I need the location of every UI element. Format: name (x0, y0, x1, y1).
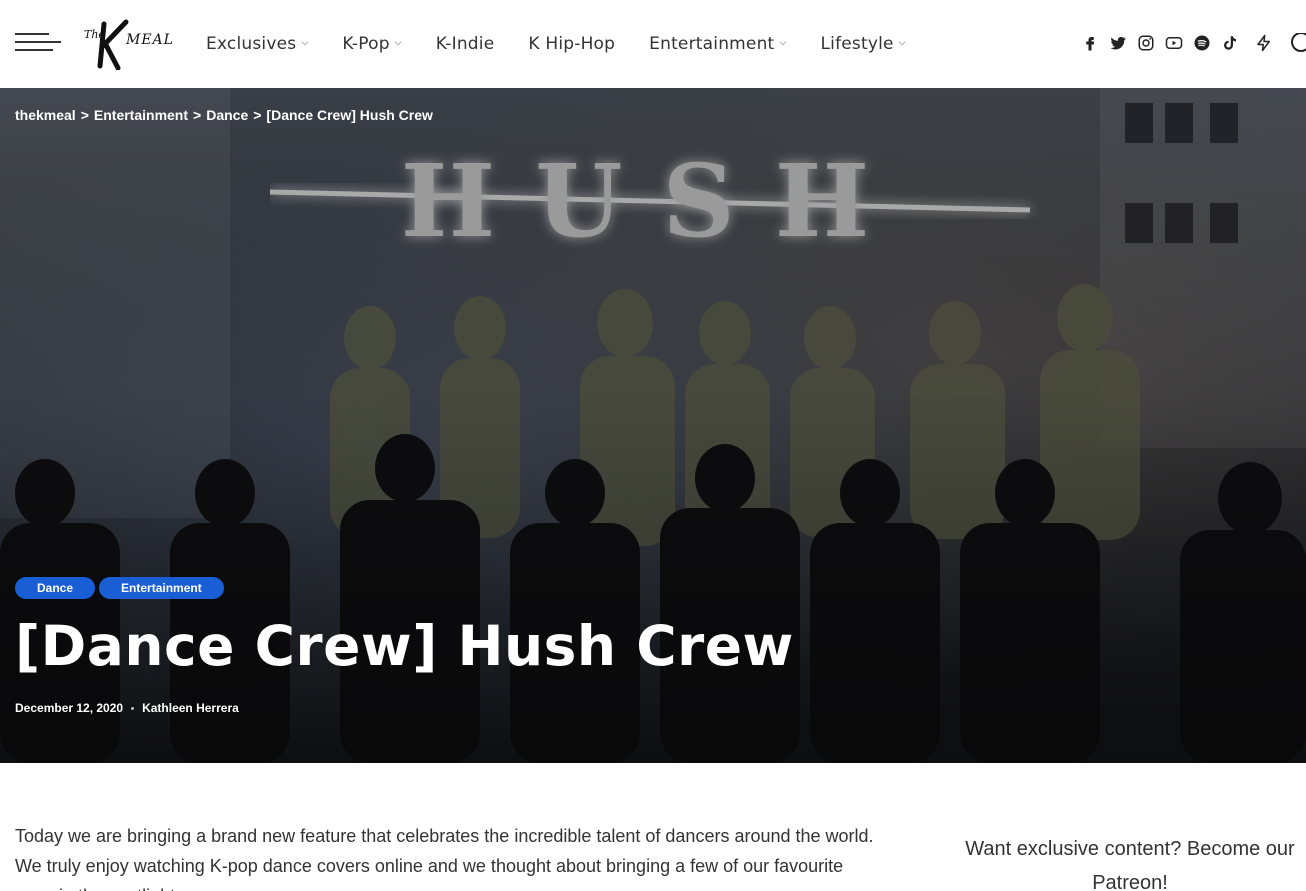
breadcrumb-separator: > (193, 107, 202, 123)
search-icon[interactable] (1288, 33, 1306, 53)
article-title: [Dance Crew] Hush Crew (15, 614, 794, 678)
nav-item-khiphop[interactable]: K Hip-Hop (528, 34, 615, 54)
building-window (1165, 103, 1193, 143)
social-links (1072, 28, 1306, 58)
nav-item-entertainment[interactable]: Entertainment ⌵ (649, 34, 786, 54)
category-badge-dance[interactable]: Dance (15, 577, 96, 599)
svg-text:HUSH: HUSH (401, 148, 909, 248)
twitter-icon[interactable] (1108, 33, 1128, 53)
lightning-icon[interactable] (1254, 33, 1274, 53)
site-logo[interactable]: The MEAL (84, 18, 174, 71)
building-window (1165, 203, 1193, 243)
meta-separator (131, 706, 135, 710)
menu-icon[interactable] (15, 33, 61, 53)
facebook-icon[interactable] (1080, 33, 1100, 53)
building-window (1210, 103, 1238, 143)
publish-date: December 12, 2020 (15, 701, 124, 715)
article-meta: December 12, 2020 Kathleen Herrera (15, 701, 239, 715)
chevron-down-icon: ⌵ (301, 38, 309, 48)
breadcrumb: thekmeal > Entertainment > Dance > [Dance Crew… (15, 107, 433, 123)
building-window (1125, 103, 1153, 143)
nav-item-lifestyle[interactable]: Lifestyle ⌵ (820, 34, 905, 54)
instagram-icon[interactable] (1136, 33, 1156, 53)
patreon-promo: Want exclusive content? Become our Patre… (965, 838, 1295, 891)
main-nav: Exclusives ⌵ K-Pop ⌵ K-Indie K Hip-Hop Ent… (206, 0, 940, 88)
breadcrumb-separator: > (253, 107, 262, 123)
breadcrumb-home-link[interactable]: thekmeal (15, 107, 76, 123)
hero-banner: HUSH thekmeal > Entertainment > Dance > [Dance… (0, 88, 1306, 763)
tiktok-icon[interactable] (1220, 33, 1240, 53)
breadcrumb-dance-link[interactable]: Dance (206, 107, 248, 123)
breadcrumb-entertainment-link[interactable]: Entertainment (94, 107, 188, 123)
breadcrumb-separator: > (80, 107, 89, 123)
breadcrumb-current: [Dance Crew] Hush Crew (266, 107, 433, 123)
chevron-down-icon: ⌵ (779, 38, 787, 48)
category-badges: Dance Entertainment (15, 577, 224, 599)
nav-item-kpop[interactable]: K-Pop ⌵ (342, 34, 401, 54)
svg-text:MEAL: MEAL (125, 32, 174, 48)
building-window (1125, 203, 1153, 243)
nav-item-exclusives[interactable]: Exclusives ⌵ (206, 34, 308, 54)
author-link[interactable]: Kathleen Herrera (142, 701, 239, 715)
spotify-icon[interactable] (1192, 33, 1212, 53)
chevron-down-icon: ⌵ (394, 38, 402, 48)
youtube-icon[interactable] (1164, 33, 1184, 53)
article-intro: Today we are bringing a brand new featur… (15, 826, 874, 891)
building-window (1210, 203, 1238, 243)
hush-crew-logo-image: HUSH (270, 148, 1031, 248)
category-badge-entertainment[interactable]: Entertainment (99, 577, 224, 599)
chevron-down-icon: ⌵ (898, 38, 906, 48)
nav-item-kindie[interactable]: K-Indie (436, 34, 495, 54)
site-header: The MEAL Exclusives ⌵ K-Pop ⌵ K-Indie K Hi… (0, 0, 1306, 88)
